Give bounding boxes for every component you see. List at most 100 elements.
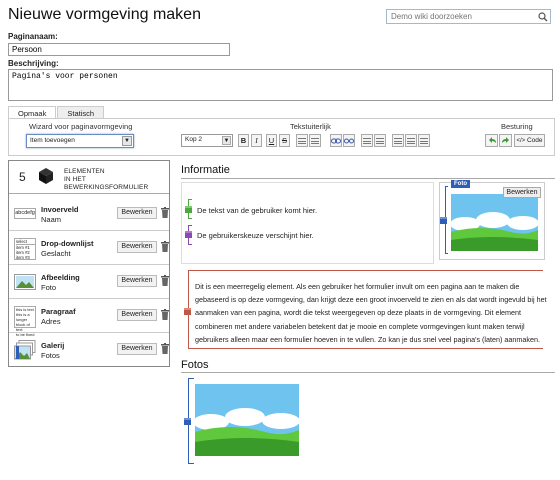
numbered-list-icon [311,138,319,144]
cube-purple-icon[interactable] [185,231,192,238]
list-item-galerij[interactable]: Galerij Fotos Bewerken [9,334,169,367]
toolbar: Wizard voor paginavormgeving Item toevoe… [8,118,555,156]
trash-icon[interactable] [161,309,169,320]
code-icon: </> [516,138,526,144]
edit-button[interactable]: Bewerken [117,241,157,253]
bullet-list-button[interactable] [296,134,308,147]
link-button[interactable] [330,134,342,147]
undo-icon [488,137,496,143]
list-item-sub: Naam [41,215,62,224]
thumb-line: this is a longer [16,312,30,322]
trash-icon[interactable] [161,207,169,218]
text-field-placeholder: De tekst van de gebruiker komt hier. [197,206,318,215]
format-select[interactable]: Kop 2 ▼ [181,134,233,147]
cube-blue-icon[interactable] [440,217,447,224]
trash-icon[interactable] [161,343,169,354]
trash-icon[interactable] [161,275,169,286]
numbered-list-button[interactable] [309,134,321,147]
elements-panel: 5 ELEMENTEN IN HET BEWERKINGSFORMULIER a… [8,160,170,367]
text-group-label: Tekstuiterlijk [290,122,331,131]
gallery-icon [14,340,36,360]
indent-icon [376,138,384,144]
edit-button[interactable]: Bewerken [117,343,157,355]
gallery-image-placeholder [195,384,299,456]
list-item-name: Drop-downlijst [41,239,94,248]
italic-button[interactable]: I [251,134,262,147]
list-item-name: Galerij [41,341,65,350]
bullet-list-icon [298,138,306,144]
paragraph-placeholder-text: Dit is een meerregelig element. Als een … [195,282,547,344]
list-item-invoerveld[interactable]: abcdefg Invoerveld Naam Bewerken [9,198,169,231]
search-icon[interactable] [538,12,548,22]
format-select-value: Kop 2 [185,136,202,143]
strikethrough-button[interactable]: S [279,134,290,147]
image-icon [14,274,36,290]
dropdown-list-icon: select item #1 item #2 item #3 [14,238,36,260]
section-divider [181,178,555,179]
elements-heading-line1: ELEMENTEN [64,168,105,175]
image-edit-button[interactable]: Bewerken [503,187,541,198]
info-form-box [181,182,434,264]
align-center-button[interactable] [405,134,417,147]
underline-button[interactable]: U [266,134,277,147]
elements-heading-line2: IN HET BEWERKINGSFORMULIER [64,176,149,191]
list-item-sub: Adres [41,317,61,326]
trash-icon[interactable] [161,241,169,252]
search-box[interactable] [386,9,551,24]
edit-button[interactable]: Bewerken [117,309,157,321]
thumb-line: block of text [16,322,30,332]
align-left-icon [394,138,402,144]
link-icon [331,138,341,144]
page-name-field[interactable] [8,43,230,56]
list-item-name: Invoerveld [41,205,79,214]
thumb-line: item #3 [16,255,30,260]
wizard-group-label: Wizard voor paginavormgeving [29,122,133,131]
description-field[interactable]: Pagina's voor personen [8,69,553,101]
outdent-button[interactable] [361,134,373,147]
list-item-dropdown[interactable]: select item #1 item #2 item #3 Drop-down… [9,232,169,265]
edit-button[interactable]: Bewerken [117,275,157,287]
cube-red-icon[interactable] [184,308,191,315]
cube-green-icon[interactable] [185,206,192,213]
indent-button[interactable] [374,134,386,147]
list-item-name: Paragraaf [41,307,76,316]
text-field-icon: abcdefg [14,208,36,219]
redo-button[interactable] [499,134,512,147]
wizard-select-value: Item toevoegen [30,137,75,144]
code-button[interactable]: </> Code [514,134,545,147]
align-center-icon [407,138,415,144]
edit-button[interactable]: Bewerken [117,207,157,219]
undo-button[interactable] [485,134,498,147]
list-item-sub: Foto [41,283,57,292]
code-button-label: Code [526,137,543,144]
elements-count: 5 [19,170,26,184]
search-input[interactable] [387,10,533,23]
list-item-afbeelding[interactable]: Afbeelding Foto Bewerken [9,266,169,299]
control-group-label: Besturing [501,122,533,131]
chevron-down-icon[interactable]: ▼ [222,136,231,145]
list-item-sub: Geslacht [41,249,71,258]
page-title: Nieuwe vormgeving maken [8,6,201,23]
elements-panel-header: 5 ELEMENTEN IN HET BEWERKINGSFORMULIER [9,161,169,194]
wizard-select[interactable]: Item toevoegen ▼ [26,134,134,148]
cube-blue-icon[interactable] [184,418,191,425]
elements-panel-heading: ELEMENTEN IN HET BEWERKINGSFORMULIER [64,168,169,192]
align-right-button[interactable] [418,134,430,147]
unlink-button[interactable] [343,134,355,147]
dropdown-placeholder: De gebruikerskeuze verschijnt hier. [197,231,314,240]
list-item-name: Afbeelding [41,273,80,282]
chevron-down-icon[interactable]: ▼ [122,136,132,146]
cube-icon [39,168,53,184]
bold-button[interactable]: B [238,134,249,147]
redo-icon [501,137,509,143]
unlink-icon [344,138,354,144]
section-divider [181,372,555,373]
align-right-icon [420,138,428,144]
paragraph-icon: this is text this is a longer block of t… [14,306,36,337]
align-left-button[interactable] [392,134,404,147]
section-title-informatie: Informatie [181,164,230,176]
list-item-paragraaf[interactable]: this is text this is a longer block of t… [9,300,169,337]
outdent-icon [363,138,371,144]
image-label-badge: Foto [451,180,470,188]
section-title-fotos: Fotos [181,359,209,371]
